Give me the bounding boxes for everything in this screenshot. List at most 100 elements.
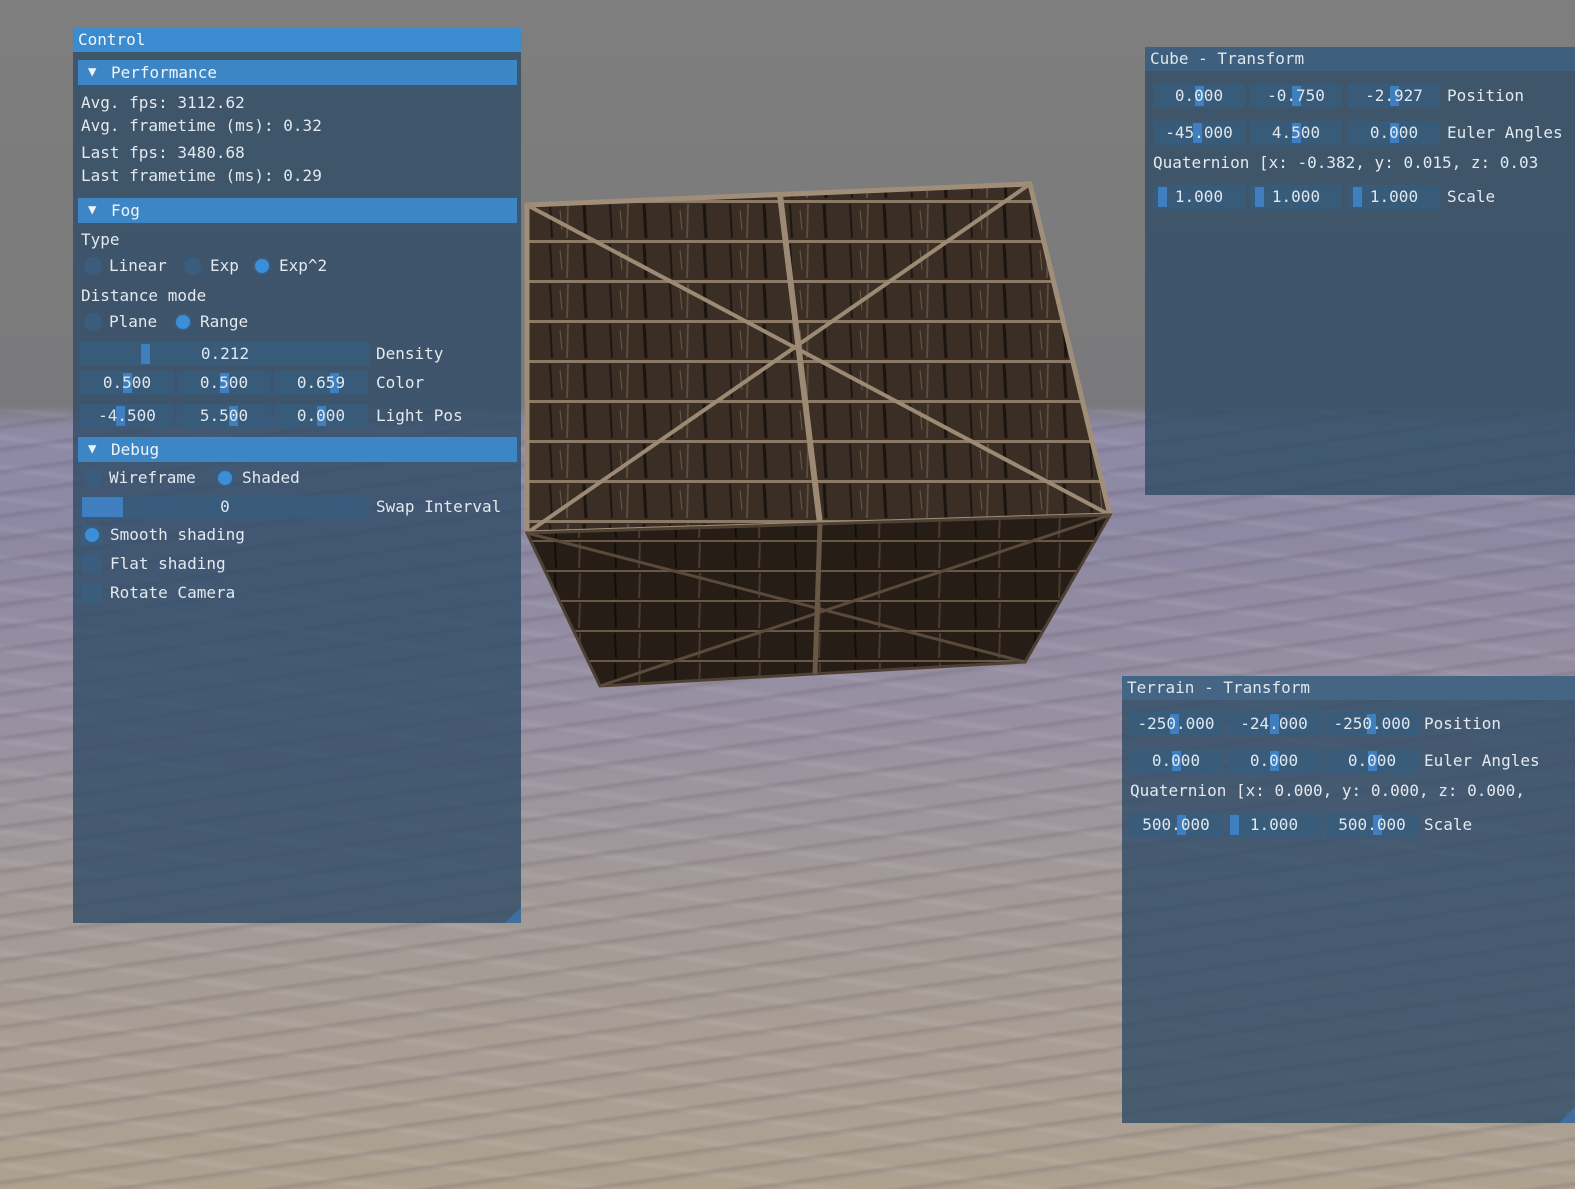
terrain-position-z-field[interactable]: -250.000 — [1325, 712, 1419, 736]
flat-shading-label[interactable]: Flat shading — [110, 552, 226, 576]
window-resize-grip[interactable] — [505, 907, 521, 923]
cube-position-z-field[interactable]: -2.927 — [1348, 84, 1440, 108]
density-label: Density — [376, 344, 444, 363]
terrain-euler-z-value: 0.000 — [1347, 751, 1397, 770]
terrain-position-y-field[interactable]: -24.000 — [1227, 712, 1321, 736]
distance-mode-label: Distance mode — [81, 286, 207, 305]
debug-header[interactable]: ▼ Debug — [78, 437, 517, 462]
swap-interval-slider[interactable]: 0 — [80, 495, 370, 519]
fog-type-exp2-radio[interactable] — [253, 257, 271, 275]
performance-header[interactable]: ▼ Performance — [78, 60, 517, 85]
fog-header-label: Fog — [111, 201, 140, 220]
shaded-label[interactable]: Shaded — [242, 466, 300, 490]
light-pos-y-value: 5.500 — [199, 406, 249, 425]
density-slider[interactable]: 0.212 — [80, 342, 370, 366]
control-window-title[interactable]: Control — [73, 28, 521, 52]
wireframe-radio[interactable] — [84, 469, 102, 487]
terrain-position-z-value: -250.000 — [1333, 714, 1411, 733]
cube-position-x-value: 0.000 — [1174, 86, 1224, 105]
distance-plane-label[interactable]: Plane — [109, 310, 157, 334]
cube-euler-label: Euler Angles — [1447, 123, 1563, 142]
distance-range-radio[interactable] — [174, 313, 192, 331]
terrain-scale-z-field[interactable]: 500.000 — [1325, 813, 1419, 837]
drag-cursor — [1353, 187, 1362, 207]
debug-header-label: Debug — [111, 440, 160, 459]
cube-scale-label: Scale — [1447, 187, 1496, 206]
fog-color-r-value: 0.500 — [102, 373, 152, 392]
distance-plane-radio[interactable] — [84, 313, 102, 331]
light-pos-z-field[interactable]: 0.000 — [274, 404, 368, 428]
rotate-camera-checkbox[interactable] — [82, 583, 102, 603]
distance-range-label[interactable]: Range — [200, 310, 248, 334]
performance-header-label: Performance — [111, 63, 217, 82]
fog-color-r-field[interactable]: 0.500 — [80, 371, 174, 395]
cube-euler-x-value: -45.000 — [1165, 123, 1233, 142]
terrain-position-y-value: -24.000 — [1240, 714, 1308, 733]
control-window[interactable]: Control ▼ Performance Avg. fps: 3112.62 … — [73, 28, 521, 923]
avg-frametime-text: Avg. frametime (ms): 0.32 — [81, 116, 322, 135]
cube-scale-z-value: 1.000 — [1369, 187, 1419, 206]
terrain-scale-x-field[interactable]: 500.000 — [1129, 813, 1223, 837]
cube-transform-title[interactable]: Cube - Transform — [1145, 47, 1575, 71]
terrain-euler-y-value: 0.000 — [1249, 751, 1299, 770]
cube-position-y-field[interactable]: -0.750 — [1250, 84, 1342, 108]
terrain-scale-y-field[interactable]: 1.000 — [1227, 813, 1321, 837]
window-resize-grip[interactable] — [1559, 1107, 1575, 1123]
fog-header[interactable]: ▼ Fog — [78, 198, 517, 223]
terrain-position-label: Position — [1424, 714, 1502, 733]
cube-euler-y-field[interactable]: 4.500 — [1250, 121, 1342, 145]
wireframe-label[interactable]: Wireframe — [109, 466, 196, 490]
terrain-scale-label: Scale — [1424, 815, 1473, 834]
drag-cursor — [1158, 187, 1167, 207]
cube-scale-x-field[interactable]: 1.000 — [1153, 185, 1245, 209]
terrain-scale-y-value: 1.000 — [1249, 815, 1299, 834]
fog-type-linear-label[interactable]: Linear — [109, 254, 167, 278]
terrain-transform-title[interactable]: Terrain - Transform — [1122, 676, 1575, 700]
terrain-position-x-field[interactable]: -250.000 — [1129, 712, 1223, 736]
cube-transform-window[interactable]: Cube - Transform 0.000 -0.750 -2.927 Pos… — [1145, 47, 1575, 495]
terrain-scale-x-value: 500.000 — [1142, 815, 1210, 834]
rotate-camera-label[interactable]: Rotate Camera — [110, 581, 235, 605]
cube-euler-x-field[interactable]: -45.000 — [1153, 121, 1245, 145]
flat-shading-checkbox[interactable] — [82, 554, 102, 574]
light-pos-x-value: -4.500 — [98, 406, 156, 425]
terrain-position-x-value: -250.000 — [1137, 714, 1215, 733]
cube-euler-z-value: 0.000 — [1369, 123, 1419, 142]
density-slider-grab[interactable] — [141, 344, 150, 364]
fog-color-b-value: 0.659 — [296, 373, 346, 392]
cube-position-label: Position — [1447, 86, 1525, 105]
collapse-triangle-icon: ▼ — [88, 64, 97, 80]
fog-color-g-field[interactable]: 0.500 — [177, 371, 271, 395]
light-pos-y-field[interactable]: 5.500 — [177, 404, 271, 428]
cube-euler-z-field[interactable]: 0.000 — [1348, 121, 1440, 145]
shaded-radio[interactable] — [216, 469, 234, 487]
cube-position-x-field[interactable]: 0.000 — [1153, 84, 1245, 108]
terrain-transform-window[interactable]: Terrain - Transform -250.000 -24.000 -25… — [1122, 676, 1575, 1123]
fog-type-exp-label[interactable]: Exp — [210, 254, 239, 278]
cube-scale-x-value: 1.000 — [1174, 187, 1224, 206]
cube-scale-y-field[interactable]: 1.000 — [1250, 185, 1342, 209]
fog-type-exp-radio[interactable] — [184, 257, 202, 275]
smooth-shading-label[interactable]: Smooth shading — [110, 523, 245, 547]
light-pos-x-field[interactable]: -4.500 — [80, 404, 174, 428]
drag-cursor — [1255, 187, 1264, 207]
terrain-euler-z-field[interactable]: 0.000 — [1325, 749, 1419, 773]
light-pos-label: Light Pos — [376, 406, 463, 425]
last-fps-text: Last fps: 3480.68 — [81, 143, 245, 162]
fog-type-exp2-label[interactable]: Exp^2 — [279, 254, 327, 278]
swap-interval-grab[interactable] — [82, 497, 123, 517]
terrain-euler-x-value: 0.000 — [1151, 751, 1201, 770]
cube-position-y-value: -0.750 — [1267, 86, 1325, 105]
terrain-euler-x-field[interactable]: 0.000 — [1129, 749, 1223, 773]
cube-position-z-value: -2.927 — [1365, 86, 1423, 105]
smooth-shading-checkbox[interactable] — [82, 525, 102, 545]
light-pos-z-value: 0.000 — [296, 406, 346, 425]
terrain-quaternion-text: Quaternion [x: 0.000, y: 0.000, z: 0.000… — [1130, 781, 1525, 800]
fog-type-label: Type — [81, 230, 120, 249]
terrain-euler-y-field[interactable]: 0.000 — [1227, 749, 1321, 773]
cube-scale-z-field[interactable]: 1.000 — [1348, 185, 1440, 209]
fog-color-b-field[interactable]: 0.659 — [274, 371, 368, 395]
fog-type-linear-radio[interactable] — [84, 257, 102, 275]
density-value: 0.212 — [200, 344, 250, 363]
swap-interval-label: Swap Interval — [376, 497, 502, 516]
